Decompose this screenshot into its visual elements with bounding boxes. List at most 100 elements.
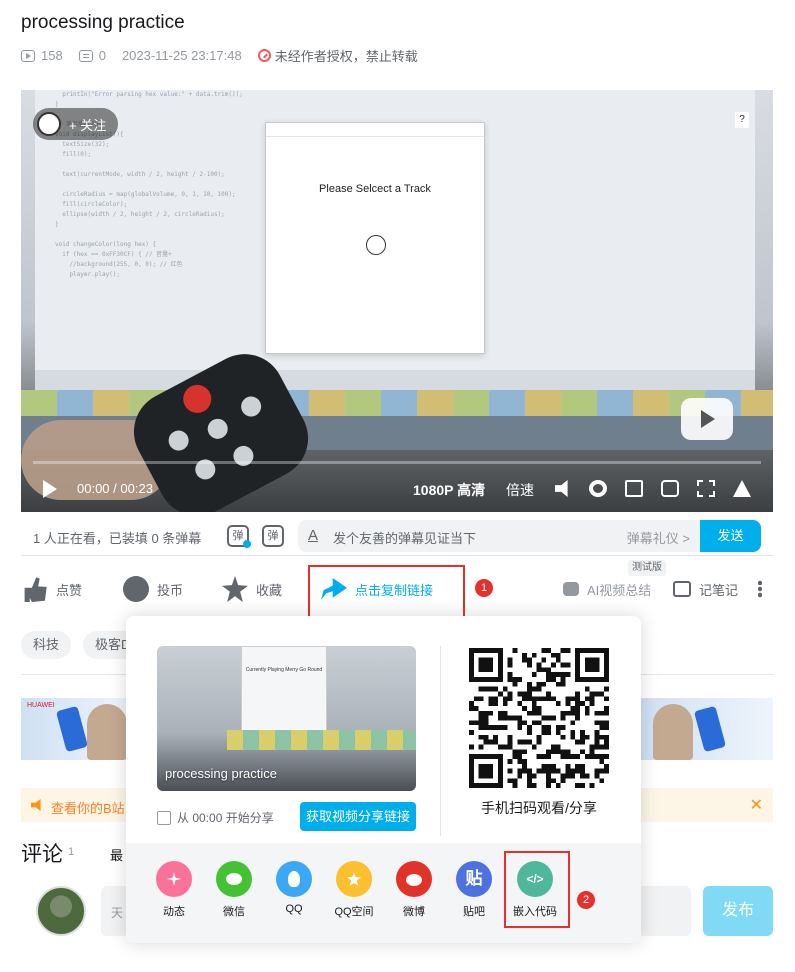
comment-placeholder: 天 [111, 906, 124, 920]
notepad-icon [673, 581, 691, 597]
favorite-label: 收藏 [256, 582, 283, 598]
share-qq[interactable]: QQ [265, 861, 323, 915]
like-label: 点赞 [56, 582, 83, 598]
ai-summary-label: AI视频总结 [587, 582, 652, 598]
tieba-icon: 贴 [456, 861, 492, 897]
share-video-thumbnail: Currently Playing Merry Go Round process… [157, 646, 416, 791]
avatar[interactable] [36, 886, 86, 936]
danmaku-send-button[interactable]: 发送 [700, 520, 761, 552]
notice-text[interactable]: 查看你的B站 [51, 798, 125, 817]
note-label: 记笔记 [699, 582, 739, 598]
widescreen-icon[interactable] [661, 480, 679, 497]
speaker-icon [31, 799, 41, 811]
comments-title: 评论 [21, 843, 63, 866]
progress-bar[interactable] [33, 461, 761, 464]
play-count-icon [21, 49, 35, 62]
time-display: 00:00 / 00:23 [77, 481, 153, 496]
qr-caption: 手机扫码观看/分享 [481, 800, 597, 816]
share-arrow-icon [321, 578, 347, 600]
danmaku-input[interactable]: A 发个友善的弹幕见证当下 弹幕礼仪 > [298, 520, 700, 552]
pinwheel-icon [156, 861, 192, 897]
thumbs-up-icon [24, 577, 47, 602]
picture-in-picture-icon[interactable] [625, 480, 643, 497]
video-meta: 158 0 2023-11-25 23:17:48 未经作者授权，禁止转载 [21, 46, 418, 65]
star-icon [222, 576, 248, 602]
tag-item[interactable]: 科技 [21, 631, 72, 659]
qr-code-graphic [469, 648, 609, 788]
share-qzone[interactable]: QQ空间 [325, 861, 383, 919]
video-frame-taskbar [35, 370, 755, 390]
share-weibo[interactable]: 微博 [385, 861, 443, 919]
bilibili-tv-logo-icon [681, 398, 733, 440]
annotation-badge-2: 2 [577, 891, 595, 909]
watching-count: 1 人正在看，已装填 0 条弹幕 [33, 531, 202, 546]
get-share-link-button[interactable]: 获取视频分享链接 [300, 802, 416, 831]
comments-count: 1 [68, 846, 75, 858]
share-label: 点击复制链接 [355, 582, 434, 598]
close-icon[interactable]: ✕ [750, 795, 763, 815]
comments-sort[interactable]: 最 [110, 845, 123, 864]
start-time-option[interactable]: 从 00:00 开始分享 [157, 809, 274, 826]
follow-label: + 关注 [69, 117, 107, 133]
follow-button[interactable]: + 关注 [33, 108, 119, 140]
ad-banner-right[interactable] [641, 698, 773, 760]
copyright-text: 未经作者授权，禁止转载 [274, 49, 418, 64]
quality-button[interactable]: 1080P 高清 [413, 480, 485, 500]
note-button[interactable]: 记笔记 [673, 572, 738, 606]
qzone-star-icon [336, 861, 372, 897]
favorite-button[interactable]: 收藏 [222, 572, 282, 606]
qr-code [469, 648, 609, 788]
qr-modules [469, 648, 609, 788]
volume-icon[interactable] [555, 480, 568, 497]
divider [440, 646, 441, 836]
play-icon[interactable] [43, 480, 57, 498]
danmaku-placeholder: 发个友善的弹幕见证当下 [333, 531, 477, 546]
more-options-icon[interactable] [758, 580, 762, 598]
time-current: 00:00 [77, 481, 110, 496]
video-title: processing practice [21, 12, 185, 33]
danmaku-etiquette-link[interactable]: 弹幕礼仪 > [627, 528, 690, 547]
webpage-fullscreen-icon[interactable] [697, 480, 715, 497]
thumbnail-screen-text: Currently Playing Merry Go Round [245, 667, 323, 673]
share-wechat[interactable]: 微信 [205, 861, 263, 919]
danmaku-count: 0 [98, 48, 106, 63]
publish-time: 2023-11-25 23:17:48 [121, 48, 242, 63]
no-repost-icon [257, 49, 271, 62]
video-player[interactable]: printIn("Error parsing hex value:" + dat… [21, 90, 773, 512]
wechat-icon [216, 861, 252, 897]
coin-button[interactable]: 投币 [123, 572, 183, 606]
danmaku-count-icon [78, 49, 93, 62]
danmaku-settings-icon[interactable]: 弹 [262, 525, 284, 547]
danmaku-toggle-icon[interactable]: 弹 [227, 525, 251, 548]
video-frame-monitor: printIn("Error parsing hex value:" + dat… [35, 90, 755, 390]
qq-penguin-icon [276, 861, 312, 897]
coin-label: 投币 [157, 582, 184, 598]
share-tieba[interactable]: 贴 贴吧 [445, 861, 503, 919]
time-total: 00:23 [120, 481, 153, 496]
speed-button[interactable]: 倍速 [506, 480, 534, 500]
settings-gear-icon[interactable] [589, 480, 607, 497]
help-icon[interactable]: ? [735, 112, 749, 128]
ai-summary-button[interactable]: AI视频总结 [563, 572, 651, 606]
annotation-badge-1: 1 [475, 579, 493, 597]
ad-brand: HUAWEI [27, 702, 55, 709]
light-off-icon[interactable] [733, 480, 751, 497]
player-controls: 00:00 / 00:23 1080P 高清 倍速 [21, 474, 773, 504]
robot-icon [563, 582, 579, 596]
play-count: 158 [41, 48, 63, 63]
like-button[interactable]: 点赞 [22, 572, 82, 606]
ad-banner-left[interactable]: HUAWEI [21, 698, 131, 760]
share-button[interactable]: 点击复制链接 [321, 572, 433, 606]
start-time-label: 从 00:00 开始分享 [177, 811, 274, 825]
coin-icon [123, 576, 149, 602]
share-dynamic[interactable]: 动态 [145, 861, 203, 919]
copyright-notice: 未经作者授权，禁止转载 [257, 46, 418, 65]
weibo-icon [396, 861, 432, 897]
danmaku-bar: 1 人正在看，已装填 0 条弹幕 弹 弹 A 发个友善的弹幕见证当下 弹幕礼仪 … [21, 516, 773, 556]
thumbnail-caption: processing practice [165, 766, 277, 781]
comment-send-button[interactable]: 发布 [703, 886, 773, 936]
checkbox[interactable] [157, 810, 171, 825]
danmaku-style-icon[interactable]: A [308, 527, 318, 544]
embed-highlight-box [504, 851, 570, 928]
video-frame-app-window: Please Selcect a Track [265, 122, 485, 354]
